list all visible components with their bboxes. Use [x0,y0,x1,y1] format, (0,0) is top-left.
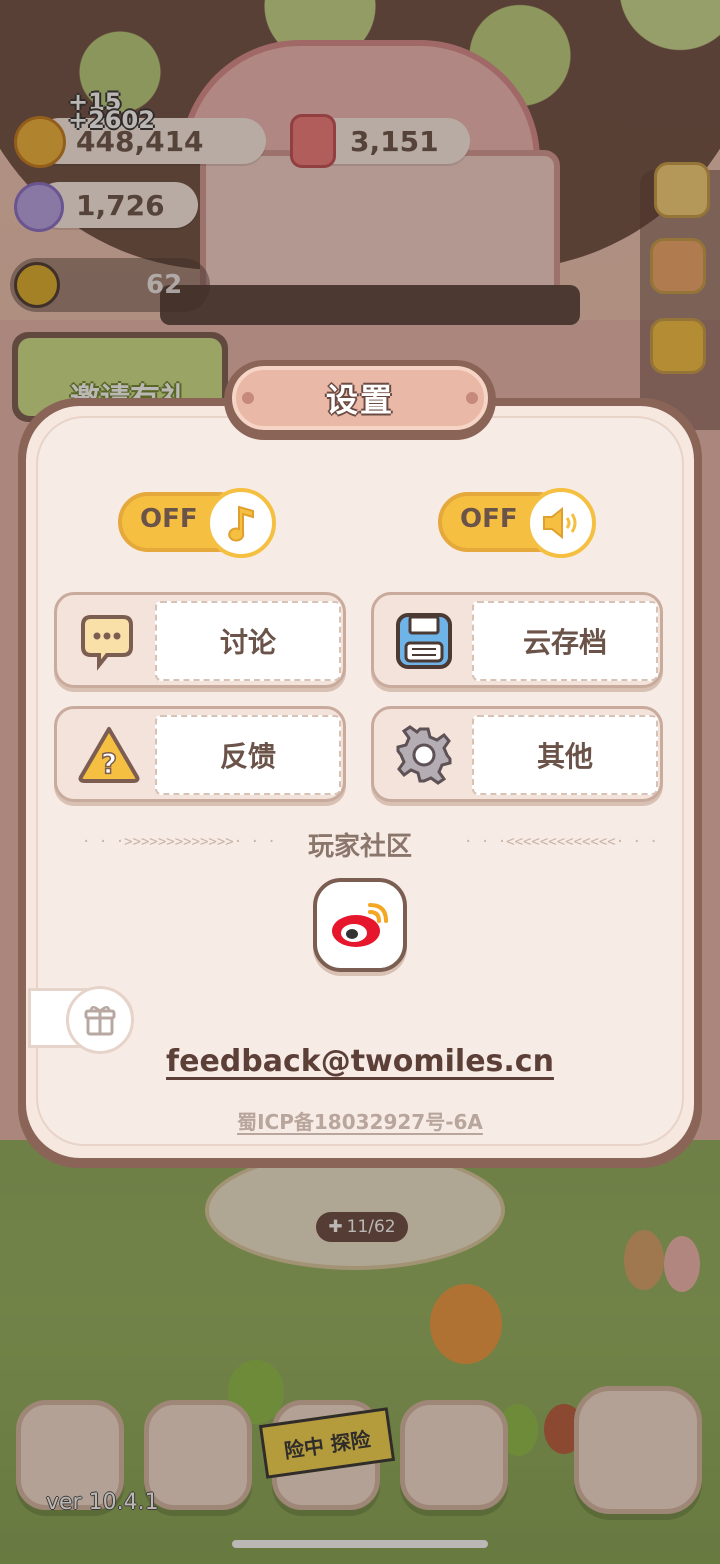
feedback-button[interactable]: ? 反馈 [54,706,346,802]
discussion-button[interactable]: 讨论 [54,592,346,688]
sound-toggle-state: OFF [460,504,518,534]
weibo-icon [332,903,388,947]
feedback-email-link[interactable]: feedback@twomiles.cn [0,1044,720,1079]
community-right-divider: · · ·<<<<<<<<<<<<<· · · [464,834,658,850]
title-rivet-right [466,392,478,404]
other-label: 其他 [536,740,593,773]
feedback-label: 反馈 [219,740,276,773]
chat-bubble-icon [77,611,137,671]
icp-license-link[interactable]: 蜀ICP备18032927号-6A [0,1106,720,1135]
music-toggle[interactable]: OFF [118,488,282,558]
sound-toggle[interactable]: OFF [438,488,602,558]
cloud-save-button[interactable]: 云存档 [371,592,663,688]
discussion-label-area: 讨论 [155,601,341,681]
save-disk-icon [394,611,454,671]
sound-toggle-knob [526,488,596,558]
other-label-area: 其他 [472,715,658,795]
music-note-icon [228,505,254,542]
weibo-button[interactable] [313,878,407,972]
gear-icon [394,725,454,785]
svg-text:?: ? [101,747,117,780]
settings-title: 设置 [325,381,394,419]
discussion-label: 讨论 [219,626,276,659]
music-toggle-state: OFF [140,504,198,534]
title-rivet-left [242,392,254,404]
speaker-icon [543,506,577,540]
question-icon: ? [77,725,140,785]
other-button[interactable]: 其他 [371,706,663,802]
cloud-save-label-area: 云存档 [472,601,658,681]
feedback-label-area: 反馈 [155,715,341,795]
music-toggle-knob [206,488,276,558]
cloud-save-label: 云存档 [522,626,607,659]
settings-title-plate: 设置 [232,366,488,430]
